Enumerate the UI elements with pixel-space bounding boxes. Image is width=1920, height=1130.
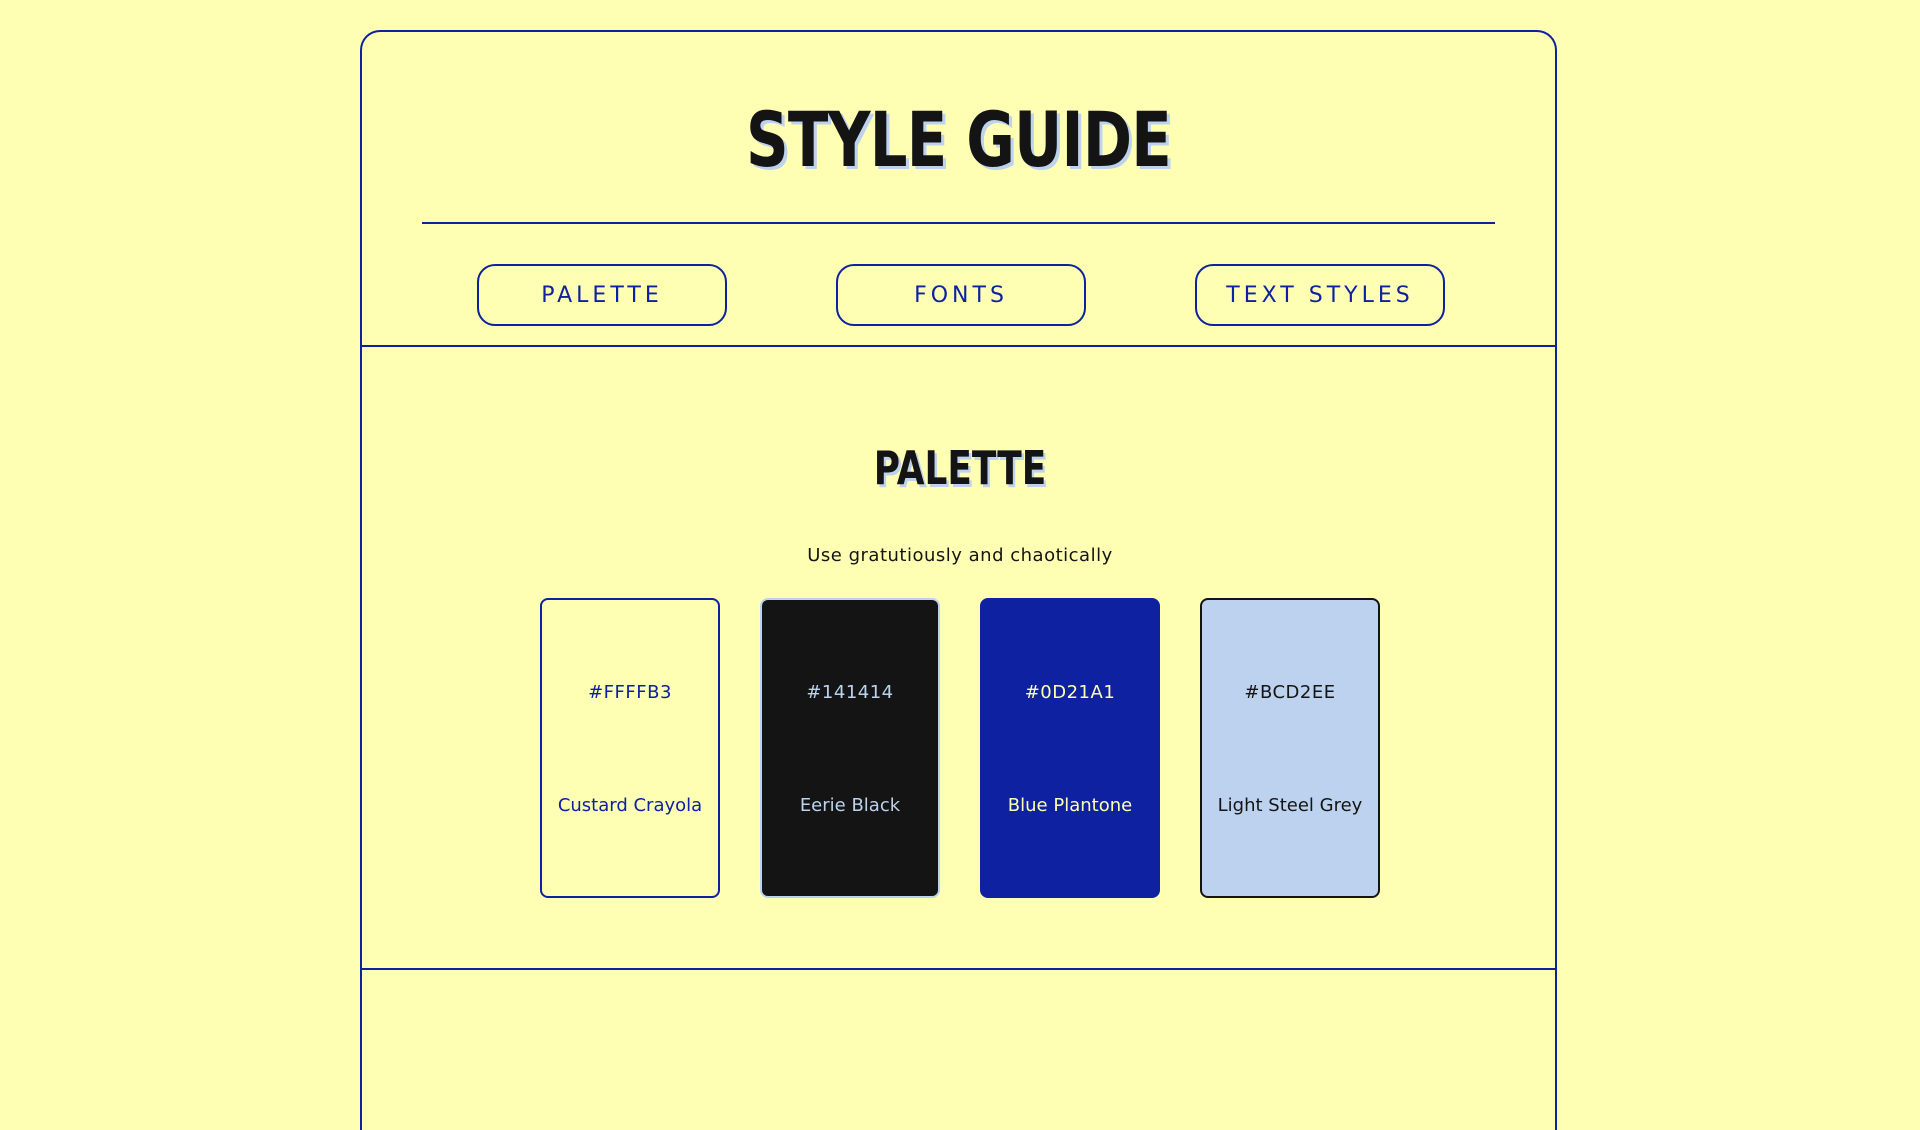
style-guide-frame: STYLE GUIDE PALETTE FONTS TEXT STYLES: [360, 30, 1557, 1130]
swatch-name: Blue Plantone: [1007, 795, 1133, 816]
swatch-name: Light Steel Grey: [1217, 795, 1363, 816]
swatch-hex: #FFFFB3: [588, 682, 672, 703]
palette-swatches: #FFFFB3 Custard Crayola #141414 Eerie Bl…: [0, 598, 1920, 900]
nav-button-fonts[interactable]: FONTS: [836, 264, 1086, 326]
nav-button-text-styles[interactable]: TEXT STYLES: [1195, 264, 1445, 326]
page-title: STYLE GUIDE: [746, 95, 1172, 184]
swatch-hex: #141414: [806, 682, 894, 703]
swatch-name: Eerie Black: [799, 795, 901, 816]
swatch-eerie-black: #141414 Eerie Black: [760, 598, 940, 898]
page-header: STYLE GUIDE PALETTE FONTS TEXT STYLES: [362, 32, 1555, 347]
swatch-hex: #0D21A1: [1024, 682, 1116, 703]
header-divider: [422, 222, 1495, 224]
nav-button-palette[interactable]: PALETTE: [477, 264, 727, 326]
swatch-blue-plantone: #0D21A1 Blue Plantone: [980, 598, 1160, 898]
palette-section-subtitle: Use gratutiously and chaotically: [807, 545, 1113, 566]
swatch-hex: #BCD2EE: [1244, 682, 1336, 703]
swatch-name: Custard Crayola: [557, 795, 703, 816]
swatch-light-steel-grey: #BCD2EE Light Steel Grey: [1200, 598, 1380, 898]
palette-section-title: PALETTE: [873, 441, 1047, 495]
section-divider: [360, 968, 1557, 970]
section-nav: PALETTE FONTS TEXT STYLES: [362, 264, 1555, 326]
swatch-custard-crayola: #FFFFB3 Custard Crayola: [540, 598, 720, 898]
